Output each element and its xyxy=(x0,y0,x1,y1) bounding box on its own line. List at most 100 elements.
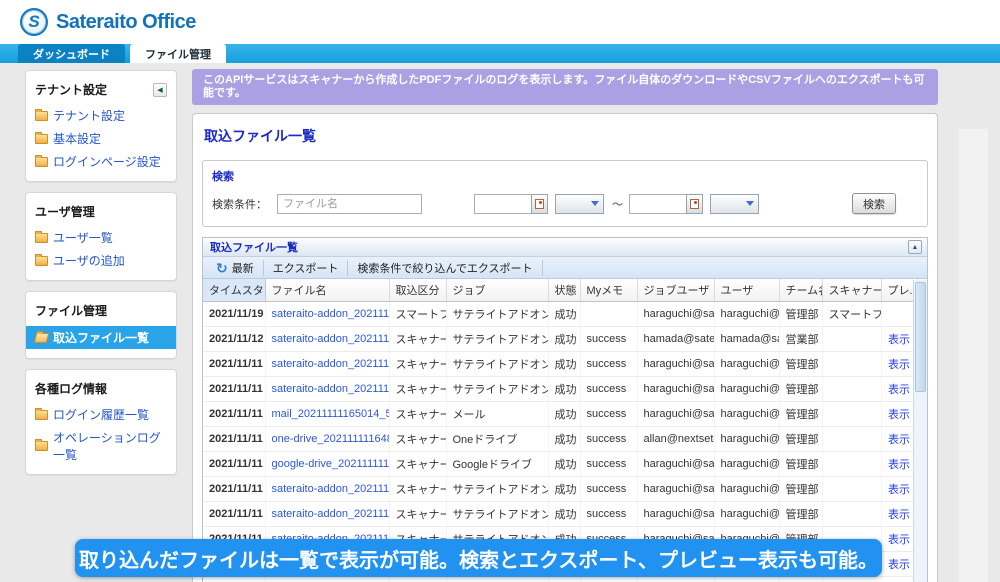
folder-icon xyxy=(34,333,49,343)
column-header[interactable]: ユーザ xyxy=(714,279,779,302)
preview-link[interactable]: 表示 xyxy=(888,334,910,346)
folder-icon xyxy=(35,410,48,420)
column-header[interactable]: ジョブユーザ xyxy=(637,279,714,302)
app-logo[interactable]: S Sateraito Office xyxy=(20,8,196,36)
column-header[interactable]: ファイル名 xyxy=(265,279,389,302)
sidebar-item[interactable]: 取込ファイル一覧 xyxy=(26,326,176,349)
sidebar-item[interactable]: ログインページ設定 xyxy=(26,150,176,173)
preview-link[interactable]: 表示 xyxy=(888,534,910,546)
table-row: 2021/11/11 1... mail_20211111165014_54.pd… xyxy=(203,402,917,427)
preview-link[interactable]: 表示 xyxy=(888,359,910,371)
sidebar-item[interactable]: テナント設定 xyxy=(26,104,176,127)
column-header[interactable]: タイムスタン... xyxy=(203,279,265,302)
scrollbar-thumb[interactable] xyxy=(915,282,926,392)
column-header[interactable]: チーム名... xyxy=(779,279,822,302)
column-header[interactable]: Myメモ xyxy=(580,279,637,302)
cell-filename: sateraito-addon_20211111135... xyxy=(265,502,389,527)
preview-link[interactable]: 表示 xyxy=(888,409,910,421)
tab-dashboard[interactable]: ダッシュボード xyxy=(18,44,125,63)
cell-user: haraguchi@sat... xyxy=(714,402,779,427)
preview-link[interactable]: 表示 xyxy=(888,434,910,446)
cell-job-user: haraguchi@sat... xyxy=(637,502,714,527)
panel-collapse-button[interactable]: ▲ xyxy=(908,240,922,254)
file-link[interactable]: sateraito-addon_20211111170... xyxy=(272,383,390,395)
date-from-input[interactable] xyxy=(474,194,531,214)
cell-team: 管理部 xyxy=(779,577,822,582)
cell-job: サテライトアドオン xyxy=(446,502,548,527)
file-link[interactable]: sateraito-addon_20211111155... xyxy=(272,483,390,495)
preview-link[interactable]: 表示 xyxy=(888,509,910,521)
sidebar-item[interactable]: ユーザの追加 xyxy=(26,249,176,272)
cell-memo xyxy=(580,302,637,327)
column-header[interactable]: スキャナー xyxy=(822,279,881,302)
preview-link[interactable]: 表示 xyxy=(888,384,910,396)
sidebar-item[interactable]: 基本設定 xyxy=(26,127,176,150)
cell-filename: sateraito-addon_20211111170... xyxy=(265,377,389,402)
cell-preview: 表示 xyxy=(881,377,917,402)
cell-scanner xyxy=(822,577,881,582)
file-list-panel-title: 取込ファイル一覧 xyxy=(210,239,908,255)
sidebar-group-title: ファイル管理 xyxy=(26,299,176,325)
time-from-select[interactable] xyxy=(555,194,604,214)
export-button[interactable]: エクスポート xyxy=(264,260,349,276)
file-list-panel: 取込ファイル一覧 ▲ ↻ 最新 エクスポート 検索条件で絞り込んでエクスポート xyxy=(202,237,928,582)
file-link[interactable]: sateraito-addon_20211111182... xyxy=(272,358,390,370)
file-link[interactable]: google-drive_2021111116465... xyxy=(272,458,390,470)
cell-memo: success xyxy=(580,427,637,452)
cell-user: haraguchi@sat... xyxy=(714,452,779,477)
sidebar-item[interactable]: オペレーションログ一覧 xyxy=(26,426,176,466)
cell-timestamp: 2021/11/11 1... xyxy=(203,427,265,452)
sidebar-collapse-button[interactable]: ◀ xyxy=(153,83,167,97)
table-vertical-scrollbar[interactable] xyxy=(913,280,927,582)
cell-job: サテライトアドオン xyxy=(446,352,548,377)
cell-job-user: haraguchi@sat... xyxy=(637,302,714,327)
date-from-calendar-button[interactable] xyxy=(531,194,548,214)
file-link[interactable]: sateraito-addon_20211112180... xyxy=(272,333,390,345)
cell-job: Googleドライブ xyxy=(446,452,548,477)
file-link[interactable]: one-drive_20211111164804_5... xyxy=(272,433,390,445)
cell-scanner xyxy=(822,377,881,402)
tab-file-management[interactable]: ファイル管理 xyxy=(130,44,226,63)
time-to-select[interactable] xyxy=(710,194,759,214)
chevron-down-icon xyxy=(746,201,754,206)
cell-preview: 表示 xyxy=(881,452,917,477)
preview-link[interactable]: 表示 xyxy=(888,559,910,571)
cell-team: 管理部 xyxy=(779,477,822,502)
cell-user: haraguchi@sat... xyxy=(714,502,779,527)
file-link[interactable]: sateraito-addon_20211119150... xyxy=(272,308,390,320)
chevron-down-icon xyxy=(591,201,599,206)
cell-memo xyxy=(580,577,637,582)
preview-link[interactable]: 表示 xyxy=(888,484,910,496)
search-condition-label: 検索条件： xyxy=(212,196,267,212)
cell-filename: sateraito-addon_20211111132... xyxy=(265,577,389,582)
date-to-calendar-button[interactable] xyxy=(686,194,703,214)
cell-memo: success xyxy=(580,327,637,352)
cell-status: 成功 xyxy=(548,327,580,352)
cell-filename: sateraito-addon_20211112180... xyxy=(265,327,389,352)
column-header[interactable]: ジョブ xyxy=(446,279,548,302)
column-header[interactable]: 状態 xyxy=(548,279,580,302)
cell-memo: success xyxy=(580,352,637,377)
column-header[interactable]: プレ... xyxy=(881,279,917,302)
cell-timestamp: 2021/11/11 1... xyxy=(203,402,265,427)
search-button[interactable]: 検索 xyxy=(852,193,896,214)
cell-job: サテライトアドオン xyxy=(446,302,548,327)
sidebar-item[interactable]: ログイン履歴一覧 xyxy=(26,403,176,426)
cell-preview: 表示 xyxy=(881,327,917,352)
file-link[interactable]: mail_20211111165014_54.pdf xyxy=(272,408,390,420)
page-scrollbar[interactable] xyxy=(959,129,988,582)
column-header[interactable]: 取込区分 xyxy=(389,279,446,302)
refresh-button[interactable]: ↻ 最新 xyxy=(207,260,264,276)
cell-status: 成功 xyxy=(548,377,580,402)
sidebar-group-title: ユーザ管理 xyxy=(26,200,176,226)
preview-link[interactable]: 表示 xyxy=(888,459,910,471)
filtered-export-button[interactable]: 検索条件で絞り込んでエクスポート xyxy=(348,260,542,276)
file-link[interactable]: sateraito-addon_20211111135... xyxy=(272,508,390,520)
calendar-icon xyxy=(535,199,544,209)
cell-scanner xyxy=(822,327,881,352)
sidebar-item[interactable]: ユーザ一覧 xyxy=(26,226,176,249)
cell-user: haraguchi@sat... xyxy=(714,302,779,327)
cell-team: 管理部 xyxy=(779,302,822,327)
filename-search-input[interactable] xyxy=(277,194,422,214)
date-to-input[interactable] xyxy=(629,194,686,214)
